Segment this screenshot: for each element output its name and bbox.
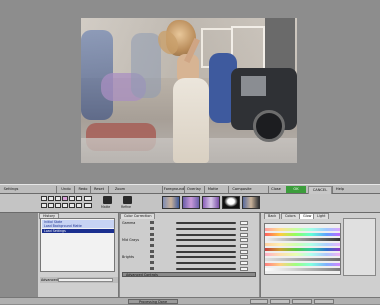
tab-light[interactable]: Light <box>313 213 330 219</box>
refine-tool-label: Refine <box>121 205 132 209</box>
ok-button[interactable]: OK <box>286 186 306 193</box>
mid-grays-label: Mid Grays <box>122 238 139 242</box>
foreground-view-button[interactable]: Foreground <box>162 186 185 193</box>
gamma-value-3[interactable] <box>240 233 248 237</box>
mid-grays-value-2[interactable] <box>240 244 248 248</box>
thumb-matte[interactable] <box>222 196 240 209</box>
mid-grays-slider-2[interactable] <box>176 245 236 247</box>
gamma-label: Gamma <box>122 221 136 225</box>
gamma-slider-1[interactable] <box>176 222 236 224</box>
fill-tool-icon[interactable] <box>69 196 75 201</box>
zoom-button[interactable]: Zoom <box>108 186 131 193</box>
history-item[interactable]: Load Background Matte <box>42 224 114 228</box>
color-correction-panel: Color Correction <box>120 213 259 297</box>
advanced-row: Advanced <box>40 277 118 283</box>
brights-value-3[interactable] <box>240 267 248 271</box>
main-toolbar: Settings Undo Redo Reset Zoom Foreground… <box>0 184 380 195</box>
advanced-controls-bar[interactable]: Advanced Controls <box>122 272 256 277</box>
tools-row: Matte Refine <box>0 194 380 213</box>
gamma-step-icon[interactable] <box>150 227 154 230</box>
history-list[interactable]: Initial State Load Background Matte Load… <box>40 218 115 272</box>
brights-label: Brights <box>122 255 135 259</box>
gamma-slider-2[interactable] <box>176 228 236 230</box>
brights-step-icon[interactable] <box>150 255 154 258</box>
image-viewer[interactable] <box>0 0 380 183</box>
select-tool-icon[interactable] <box>62 203 68 208</box>
settings-button[interactable]: Settings <box>2 186 20 193</box>
move-tool-icon[interactable] <box>69 203 75 208</box>
mid-grays-slider-3[interactable] <box>176 251 236 253</box>
help-button[interactable]: Help <box>332 186 347 193</box>
magic-wand-tool-icon[interactable] <box>62 196 68 201</box>
gamma-slider-3[interactable] <box>176 234 236 236</box>
advanced-field[interactable] <box>58 278 113 282</box>
gamma-step-icon[interactable] <box>150 221 154 224</box>
status-field-2 <box>270 299 290 304</box>
status-field-4 <box>314 299 334 304</box>
refine-tool-icon[interactable] <box>123 196 132 204</box>
thumb-overlay[interactable] <box>202 196 220 209</box>
matte-tool-label: Matte <box>101 205 111 209</box>
matte-tool-icon[interactable] <box>103 196 112 204</box>
crop-tool-icon[interactable] <box>76 203 82 208</box>
smudge-tool-icon[interactable] <box>76 196 82 201</box>
preview-image <box>81 18 297 163</box>
swap-icon[interactable] <box>84 196 92 201</box>
status-bar: Processing Done <box>0 297 380 304</box>
brights-step-icon[interactable] <box>150 261 154 264</box>
close-button[interactable]: Close <box>268 186 283 193</box>
composite-view-button[interactable]: Composite <box>228 186 255 193</box>
undo-button[interactable]: Undo <box>56 186 75 193</box>
mid-grays-step-icon[interactable] <box>150 244 154 247</box>
mid-grays-step-icon[interactable] <box>150 250 154 253</box>
lasso-tool-icon[interactable] <box>55 196 61 201</box>
mid-grays-value-3[interactable] <box>240 250 248 254</box>
gamma-step-icon[interactable] <box>150 233 154 236</box>
thumb-composite-final[interactable] <box>242 196 260 209</box>
tab-back[interactable]: Back <box>264 213 281 219</box>
gamma-value-1[interactable] <box>240 221 248 225</box>
advanced-label: Advanced <box>41 278 58 282</box>
history-item-selected[interactable]: Load Settings <box>42 229 114 233</box>
mid-grays-value-1[interactable] <box>240 238 248 242</box>
brights-slider-2[interactable] <box>176 262 236 264</box>
mid-grays-step-icon[interactable] <box>150 238 154 241</box>
overlay-view-button[interactable]: Overlay <box>184 186 203 193</box>
eraser-tool-icon[interactable] <box>48 196 54 201</box>
reset-button[interactable]: Reset <box>90 186 107 193</box>
mid-grays-slider-1[interactable] <box>176 239 236 241</box>
matte-view-button[interactable]: Matte <box>204 186 221 193</box>
status-text: Processing Done <box>128 299 178 304</box>
gamma-value-2[interactable] <box>240 227 248 231</box>
hand-tool-icon[interactable] <box>41 203 47 208</box>
brights-slider-1[interactable] <box>176 256 236 258</box>
thumb-foreground[interactable] <box>182 196 200 209</box>
brights-value-2[interactable] <box>240 261 248 265</box>
color-preview[interactable] <box>343 218 376 276</box>
status-field-3 <box>292 299 312 304</box>
eyedropper-tool-icon[interactable] <box>55 203 61 208</box>
brights-value-1[interactable] <box>240 255 248 259</box>
tab-colors[interactable]: Colors <box>281 213 300 219</box>
invert-icon[interactable] <box>84 203 92 208</box>
tab-color-correction[interactable]: Color Correction <box>120 213 156 219</box>
thumb-composite[interactable] <box>162 196 180 209</box>
brights-slider-3[interactable] <box>176 268 236 270</box>
brush-tool-icon[interactable] <box>41 196 47 201</box>
redo-button[interactable]: Redo <box>74 186 91 193</box>
zoom-tool-icon[interactable] <box>48 203 54 208</box>
swatch-grid[interactable] <box>264 223 341 275</box>
brights-step-icon[interactable] <box>150 267 154 270</box>
status-field-1 <box>250 299 268 304</box>
